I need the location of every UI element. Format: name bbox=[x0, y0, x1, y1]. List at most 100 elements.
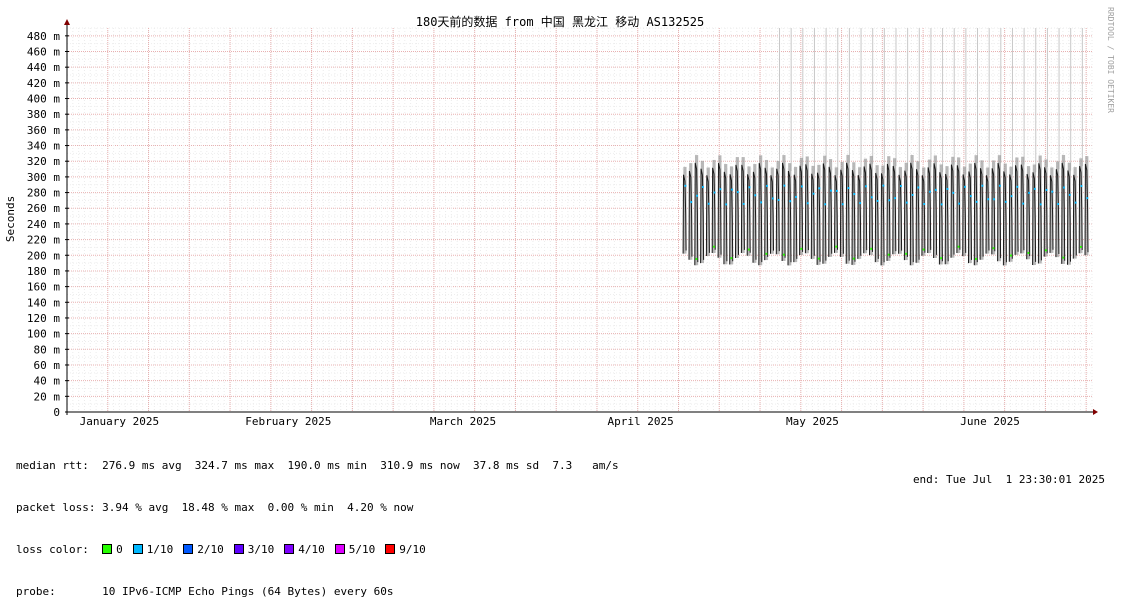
loss-color-label: loss color: bbox=[16, 543, 89, 556]
x-axis-arrow bbox=[1093, 409, 1098, 415]
loss-marker bbox=[1039, 203, 1042, 206]
loss-marker bbox=[713, 191, 716, 194]
y-tick-label: 60 m bbox=[34, 359, 61, 372]
loss-marker bbox=[1027, 251, 1030, 254]
loss-color-item-label: 4/10 bbox=[298, 543, 325, 556]
y-tick-label: 100 m bbox=[27, 328, 60, 341]
loss-color-item: 9/10 bbox=[385, 543, 426, 556]
loss-marker bbox=[1028, 191, 1030, 194]
y-tick-label: 0 bbox=[53, 406, 60, 419]
x-tick-labels: January 2025 February 2025 March 2025 April… bbox=[80, 415, 1020, 428]
y-tick-label: 160 m bbox=[27, 281, 60, 294]
loss-marker bbox=[817, 257, 820, 260]
loss-color-item-label: 3/10 bbox=[247, 543, 275, 556]
loss-marker bbox=[975, 200, 978, 203]
y-tick-labels: 0 20 m 40 m 60 m 80 m 100 m 120 m 140 m 160 m 180… bbox=[27, 30, 69, 419]
loss-marker bbox=[1063, 186, 1065, 189]
y-tick-label: 440 m bbox=[27, 61, 60, 74]
loss-marker bbox=[695, 257, 698, 260]
rrdtool-watermark: RRDTOOL / TOBI OETIKER bbox=[1106, 7, 1115, 113]
loss-marker bbox=[905, 252, 908, 255]
loss-marker bbox=[1074, 201, 1077, 204]
y-tick-label: 200 m bbox=[27, 249, 60, 262]
y-tick-label: 220 m bbox=[27, 234, 60, 247]
loss-color-swatch bbox=[183, 544, 194, 554]
x-tick-label: May 2025 bbox=[786, 415, 839, 428]
loss-color-item-label: 1/10 bbox=[146, 543, 174, 556]
loss-marker bbox=[690, 201, 693, 204]
loss-marker bbox=[1057, 203, 1060, 206]
y-tick-label: 400 m bbox=[27, 93, 60, 106]
loss-marker bbox=[1045, 188, 1048, 191]
loss-marker bbox=[1086, 197, 1089, 200]
loss-marker bbox=[888, 199, 891, 202]
loss-marker bbox=[783, 184, 786, 187]
loss-marker bbox=[725, 203, 728, 206]
loss-marker bbox=[824, 203, 827, 206]
loss-marker bbox=[730, 257, 733, 260]
loss-marker bbox=[993, 198, 995, 201]
probe-info: probe: 10 IPv6-ICMP Echo Pings (64 Bytes… bbox=[16, 585, 394, 598]
loss-marker bbox=[747, 248, 750, 251]
loss-color-swatches: 0 1/10 2/10 3/10 4/10 5/10 9/10 bbox=[102, 543, 436, 556]
loss-marker bbox=[830, 189, 832, 192]
loss-marker bbox=[835, 189, 838, 192]
y-tick-label: 260 m bbox=[27, 202, 60, 215]
loss-marker bbox=[847, 187, 850, 190]
y-tick-label: 140 m bbox=[27, 296, 60, 309]
loss-marker bbox=[934, 188, 937, 191]
loss-color-swatch bbox=[334, 544, 345, 554]
loss-marker bbox=[771, 197, 774, 200]
loss-marker bbox=[1045, 249, 1047, 252]
y-tick-label: 360 m bbox=[27, 124, 60, 137]
loss-marker bbox=[1022, 202, 1025, 205]
loss-marker bbox=[964, 185, 966, 188]
loss-marker bbox=[853, 193, 856, 196]
loss-marker bbox=[1062, 256, 1065, 259]
y-axis-arrow bbox=[64, 19, 70, 25]
loss-marker bbox=[940, 203, 943, 206]
loss-color-legend: loss color: 0 1/10 2/10 3/10 4/10 5/10 9/10 bbox=[16, 543, 619, 557]
loss-marker bbox=[992, 247, 995, 250]
x-tick-label: January 2025 bbox=[80, 415, 159, 428]
loss-marker bbox=[922, 248, 925, 251]
x-tick-label: March 2025 bbox=[430, 415, 496, 428]
loss-marker bbox=[946, 187, 949, 190]
y-tick-label: 380 m bbox=[27, 108, 60, 121]
loss-marker bbox=[812, 192, 815, 195]
loss-marker bbox=[923, 203, 926, 206]
loss-marker bbox=[800, 247, 803, 250]
loss-marker bbox=[882, 184, 885, 187]
loss-marker bbox=[1004, 200, 1007, 203]
loss-marker bbox=[981, 184, 984, 187]
x-tick-label: April 2025 bbox=[608, 415, 674, 428]
loss-marker bbox=[1051, 190, 1054, 193]
loss-marker bbox=[1010, 254, 1012, 257]
loss-marker bbox=[736, 191, 739, 194]
y-tick-label: 300 m bbox=[27, 171, 60, 184]
median-rtt-stats: median rtt: 276.9 ms avg 324.7 ms max 19… bbox=[16, 459, 619, 472]
loss-color-item: 2/10 bbox=[183, 543, 224, 556]
loss-marker bbox=[852, 257, 855, 260]
loss-marker bbox=[887, 253, 890, 256]
loss-marker bbox=[987, 198, 990, 201]
stats-legend: median rtt: 276.9 ms avg 324.7 ms max 19… bbox=[16, 431, 619, 613]
loss-marker bbox=[684, 184, 687, 187]
y-tick-label: 460 m bbox=[27, 46, 60, 59]
loss-marker bbox=[876, 199, 879, 202]
loss-color-item: 1/10 bbox=[132, 543, 174, 556]
chart-title: 180天前的数据 from 中国 黑龙江 移动 AS132525 bbox=[416, 14, 705, 29]
loss-marker bbox=[917, 186, 920, 189]
loss-marker bbox=[818, 187, 821, 190]
loss-marker bbox=[957, 245, 960, 248]
loss-marker bbox=[905, 201, 908, 204]
loss-marker bbox=[707, 202, 710, 205]
packet-loss-stats: packet loss: 3.94 % avg 18.48 % max 0.00… bbox=[16, 501, 414, 514]
y-tick-label: 320 m bbox=[27, 155, 60, 168]
loss-marker bbox=[748, 186, 751, 189]
loss-color-item: 5/10 bbox=[334, 543, 375, 556]
end-timestamp: end: Tue Jul 1 23:30:01 2025 bbox=[912, 473, 1105, 486]
y-axis-label: Seconds bbox=[4, 196, 17, 242]
loss-marker bbox=[801, 185, 803, 188]
loss-marker bbox=[1068, 193, 1071, 196]
